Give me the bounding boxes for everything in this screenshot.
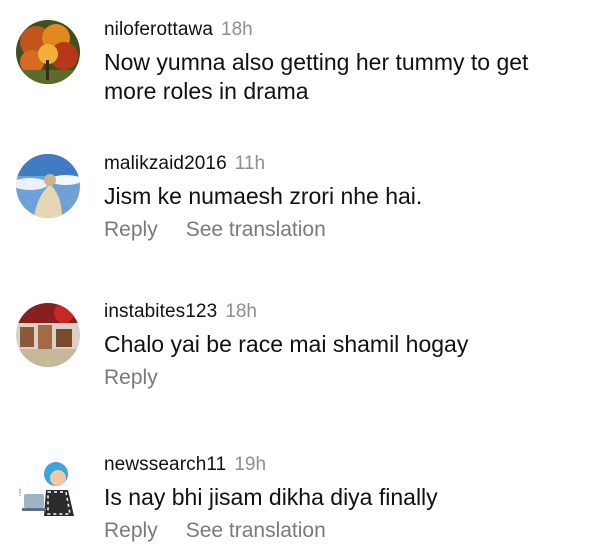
- autumn-tree-icon: [16, 20, 80, 84]
- comment-text: Chalo yai be race mai shamil hogay: [104, 331, 469, 357]
- svg-text:!: !: [18, 488, 22, 499]
- comment-timestamp: 18h: [221, 19, 253, 40]
- reply-button[interactable]: Reply: [104, 217, 158, 243]
- comment-text: Is nay bhi jisam dikha diya finally: [104, 484, 438, 510]
- comment-text: Now yumna also getting her tummy to get …: [104, 49, 529, 104]
- comment-username[interactable]: niloferottawa: [104, 19, 213, 40]
- avatar[interactable]: !: [16, 456, 80, 520]
- comment-timestamp: 11h: [234, 153, 266, 174]
- avatar[interactable]: [16, 20, 80, 84]
- see-translation-button[interactable]: See translation: [186, 217, 326, 243]
- reply-button[interactable]: Reply: [104, 365, 158, 391]
- reply-button[interactable]: Reply: [104, 518, 158, 544]
- comment-username[interactable]: instabites123: [104, 301, 217, 322]
- comment-text: Jism ke numaesh zrori nhe hai.: [104, 183, 423, 209]
- news-reader-illustration-icon: !: [16, 456, 80, 520]
- avatar[interactable]: [16, 303, 80, 367]
- see-translation-button[interactable]: See translation: [186, 518, 326, 544]
- comment-username[interactable]: newssearch11: [104, 454, 226, 475]
- comment-timestamp: 18h: [225, 301, 257, 322]
- food-photo-icon: [16, 303, 80, 367]
- avatar[interactable]: [16, 154, 80, 218]
- sky-photo-icon: [16, 154, 80, 218]
- comment-username[interactable]: malikzaid2016: [104, 153, 227, 174]
- comment-timestamp: 19h: [234, 454, 267, 475]
